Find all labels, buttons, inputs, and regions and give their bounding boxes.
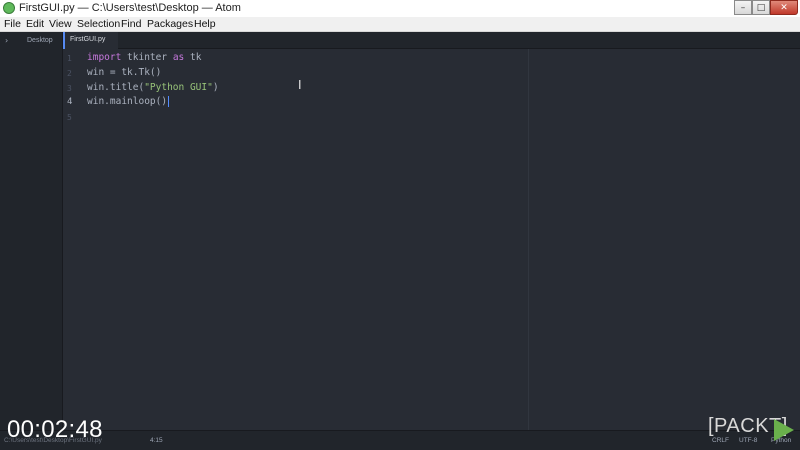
tab-firstgui-py[interactable]: FirstGUI.py [63,32,118,49]
window-controls: – □ ✕ [734,0,798,15]
window-title: FirstGUI.py — C:\Users\test\Desktop — At… [19,2,241,14]
menu-help[interactable]: Help [194,17,216,31]
wrap-guide [528,49,529,430]
chevron-right-icon[interactable]: › [5,36,8,45]
line-number-active: 4 [67,97,73,107]
code-line-2: win = tk.Tk() [87,67,162,78]
string-token: "Python GUI" [144,82,213,93]
menu-view[interactable]: View [49,17,72,31]
maximize-button[interactable]: □ [752,0,770,15]
status-line-ending[interactable]: CRLF [712,437,729,444]
code-line-4: win.mainloop() [87,96,170,107]
status-cursor-position[interactable]: 4:15 [150,437,163,444]
tree-item-desktop[interactable]: › Desktop [0,35,62,49]
menu-file[interactable]: File [4,17,21,31]
code-token: ) [212,82,219,93]
keyword-token: as [172,52,185,63]
title-bar: FirstGUI.py — C:\Users\test\Desktop — At… [0,0,800,17]
tree-item-label: Desktop [27,37,53,44]
video-timer: 00:02:48 [7,416,103,443]
tab-label: FirstGUI.py [70,36,106,43]
status-encoding[interactable]: UTF-8 [739,437,757,444]
line-number: 2 [67,69,72,78]
line-number-gutter: 1 2 3 4 5 [63,49,85,430]
code-token: win.mainloop( [87,96,162,107]
menu-selection[interactable]: Selection [77,17,120,31]
close-button[interactable]: ✕ [770,0,798,15]
menu-bar: File Edit View Selection Find Packages H… [0,17,800,32]
code-token: ) [161,96,168,107]
menu-packages[interactable]: Packages [147,17,193,31]
minimize-button[interactable]: – [734,0,752,15]
menu-find[interactable]: Find [121,17,141,31]
ibeam-cursor-icon: I [298,78,302,92]
tab-bar: FirstGUI.py [63,32,800,49]
keyword-token: import [87,52,122,63]
play-icon [774,419,794,441]
code-line-3: win.title("Python GUI") [87,82,219,93]
menu-edit[interactable]: Edit [26,17,44,31]
atom-app-icon [3,2,15,14]
line-number: 5 [67,113,72,122]
line-number: 3 [67,84,72,93]
code-token: tkinter [121,52,173,63]
code-token: tk [184,52,202,63]
tree-view-panel: › Desktop [0,32,63,430]
status-bar: C:\Users\test\Desktop\FirstGUI.py 4:15 C… [0,430,800,450]
code-editor[interactable]: 1 2 3 4 5 import tkinter as tk win = tk.… [63,49,800,430]
text-cursor [168,96,170,107]
code-line-1: import tkinter as tk [87,52,201,63]
code-token: win.title( [87,82,145,93]
line-number: 1 [67,54,72,63]
